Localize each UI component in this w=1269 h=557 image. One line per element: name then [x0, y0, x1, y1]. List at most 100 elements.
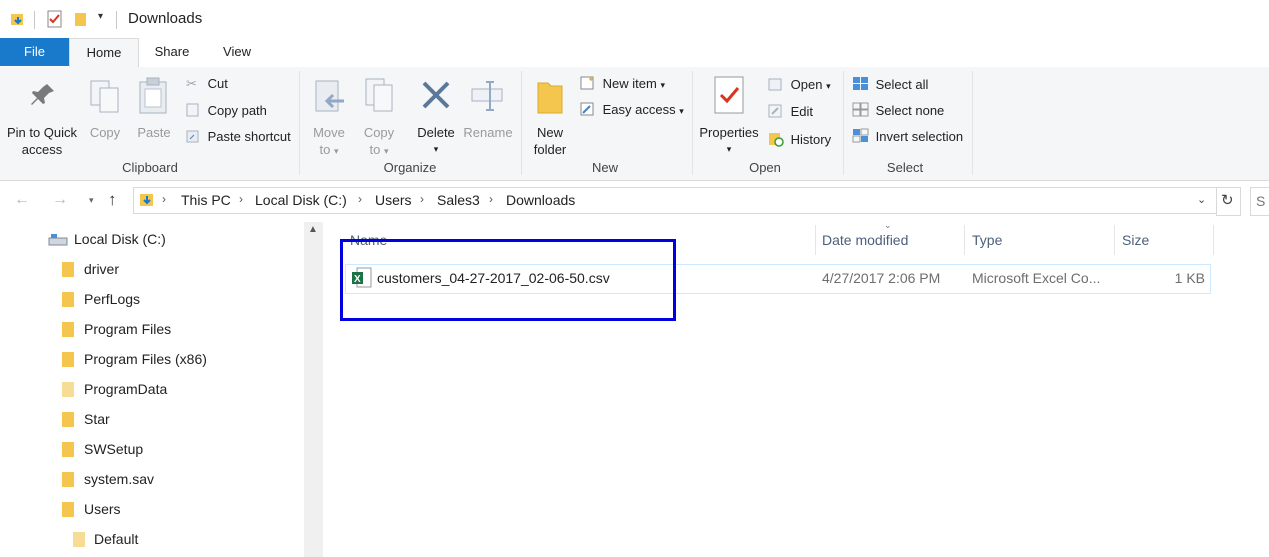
nav-item-local-disk[interactable]: Local Disk (C:) — [0, 225, 300, 255]
nav-label: Local Disk (C:) — [74, 231, 166, 247]
divider — [34, 11, 35, 29]
nav-item-default[interactable]: Default — [0, 525, 300, 555]
select-all-label: Select all — [875, 77, 929, 92]
new-folder-icon — [537, 82, 563, 114]
up-arrow-icon[interactable]: ↑ — [108, 190, 117, 210]
breadcrumb-downloads[interactable]: Downloads — [506, 192, 575, 208]
tab-view[interactable]: View — [206, 38, 268, 66]
copy-button[interactable]: Copy — [84, 73, 126, 157]
rename-button[interactable]: Rename — [462, 73, 514, 157]
chevron-right-icon[interactable]: › — [420, 192, 424, 206]
pin-icon — [31, 84, 54, 105]
properties-label: Properties — [699, 125, 759, 140]
window-title: Downloads — [128, 10, 203, 27]
ribbon-tabs: File Home Share View — [0, 38, 1269, 68]
nav-item-program-files[interactable]: Program Files — [0, 315, 300, 345]
column-header-type[interactable]: Type — [972, 232, 1002, 248]
new-folder-quick-icon[interactable] — [74, 11, 88, 27]
paste-button[interactable]: Paste — [131, 73, 177, 157]
forward-arrow-icon[interactable]: → — [52, 191, 68, 209]
nav-scrollbar[interactable]: ▲ — [304, 222, 323, 557]
folder-icon — [62, 322, 74, 337]
copy-to-button[interactable]: Copy to ▾ — [358, 73, 400, 157]
chevron-right-icon[interactable]: › — [239, 192, 243, 206]
chevron-down-icon: ▾ — [679, 106, 684, 116]
copy-to-label-line2: to — [369, 142, 381, 157]
nav-label: driver — [84, 261, 120, 277]
new-folder-button[interactable]: New folder — [528, 73, 572, 157]
refresh-icon: ↻ — [1221, 192, 1234, 209]
chevron-right-icon[interactable]: › — [358, 192, 362, 206]
copy-to-icon — [365, 78, 393, 112]
copy-path-icon — [186, 103, 199, 117]
delete-label: Delete — [417, 125, 455, 140]
chevron-right-icon[interactable]: › — [489, 192, 493, 206]
new-folder-label-line1: New — [536, 125, 563, 140]
refresh-button[interactable]: ↻ — [1216, 187, 1241, 216]
back-arrow-icon[interactable]: ← — [14, 191, 30, 209]
open-button[interactable]: Open ▾ — [768, 77, 831, 92]
nav-label: PerfLogs — [84, 291, 141, 307]
nav-item-program-files-x86[interactable]: Program Files (x86) — [0, 345, 300, 375]
chevron-down-icon: ▾ — [433, 144, 439, 154]
chevron-down-icon: ▾ — [660, 80, 665, 90]
tab-share[interactable]: Share — [140, 38, 204, 66]
history-button[interactable]: History — [768, 131, 831, 147]
breadcrumb-local-disk[interactable]: Local Disk (C:) — [255, 192, 347, 208]
pin-to-quick-access-button[interactable]: Pin to Quick access — [2, 73, 82, 157]
search-input[interactable]: S — [1250, 187, 1269, 216]
open-label: Open — [790, 77, 823, 92]
copy-path-button[interactable]: Copy path — [186, 103, 267, 118]
tab-file[interactable]: File — [0, 38, 69, 66]
address-dropdown-icon[interactable]: ⌄ — [1197, 193, 1206, 206]
divider — [692, 71, 693, 175]
move-to-button[interactable]: Move to ▾ — [308, 73, 350, 157]
easy-access-button[interactable]: Easy access ▾ — [580, 102, 684, 117]
nav-item-driver[interactable]: driver — [0, 255, 300, 285]
delete-button[interactable]: Delete ▾ — [414, 73, 458, 157]
properties-button[interactable]: Properties ▾ — [697, 73, 761, 157]
properties-quick-icon[interactable] — [47, 10, 63, 28]
folder-icon — [62, 352, 74, 367]
invert-selection-button[interactable]: Invert selection — [852, 128, 963, 144]
nav-label: Program Files (x86) — [84, 351, 207, 367]
select-all-button[interactable]: Select all — [852, 76, 928, 92]
select-none-button[interactable]: Select none — [852, 102, 944, 118]
nav-item-swsetup[interactable]: SWSetup — [0, 435, 300, 465]
column-header-size[interactable]: Size — [1122, 232, 1149, 248]
copy-path-label: Copy path — [207, 103, 267, 118]
recent-locations-chevron-icon[interactable]: ▾ — [89, 195, 94, 206]
nav-item-users[interactable]: Users — [0, 495, 300, 525]
file-type: Microsoft Excel Co... — [972, 270, 1101, 286]
new-item-button[interactable]: New item ▾ — [580, 76, 665, 91]
column-header-date-modified[interactable]: Date modified — [822, 232, 908, 248]
edit-button[interactable]: Edit — [768, 104, 813, 119]
scroll-up-icon[interactable]: ▲ — [308, 224, 318, 235]
paste-label: Paste — [137, 125, 171, 140]
breadcrumb-sales3[interactable]: Sales3 — [437, 192, 480, 208]
properties-icon — [714, 76, 744, 114]
nav-item-perflogs[interactable]: PerfLogs — [0, 285, 300, 315]
easy-access-icon — [580, 102, 594, 116]
breadcrumb-users[interactable]: Users — [375, 192, 412, 208]
folder-icon — [62, 412, 74, 427]
edit-icon — [768, 104, 782, 118]
cut-label: Cut — [207, 76, 228, 91]
chevron-right-icon[interactable]: › — [162, 192, 166, 206]
paste-shortcut-icon — [186, 130, 199, 143]
paste-shortcut-button[interactable]: Paste shortcut — [186, 129, 291, 144]
nav-item-system-sav[interactable]: system.sav — [0, 465, 300, 495]
nav-item-programdata[interactable]: ProgramData — [0, 375, 300, 405]
address-bar[interactable]: › This PC › Local Disk (C:) › Users › Sa… — [133, 187, 1217, 214]
tab-home[interactable]: Home — [69, 38, 139, 68]
divider — [843, 71, 844, 175]
move-label-line2: to — [319, 142, 331, 157]
folder-icon — [62, 292, 74, 307]
customize-toolbar-icon[interactable]: ▾ — [98, 11, 103, 22]
divider — [1114, 225, 1115, 255]
cut-button[interactable]: ✂ Cut — [186, 76, 228, 92]
chevron-down-icon: ▾ — [333, 146, 339, 156]
breadcrumb-this-pc[interactable]: This PC — [181, 192, 231, 208]
divider — [972, 71, 973, 175]
nav-item-star[interactable]: Star — [0, 405, 300, 435]
